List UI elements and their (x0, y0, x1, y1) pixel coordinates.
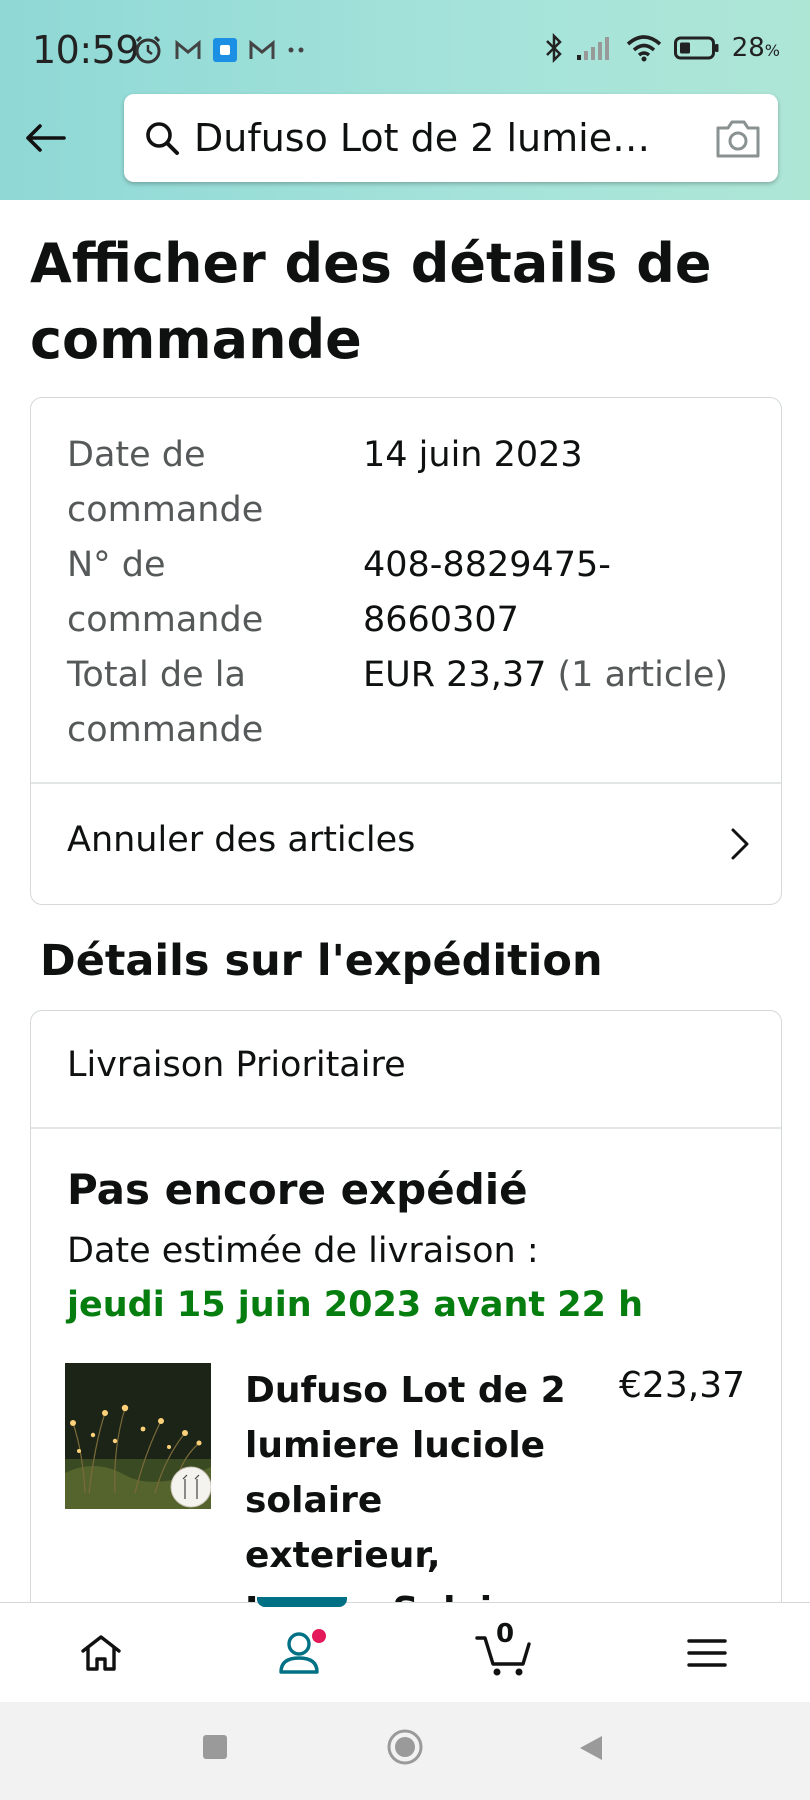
nav-menu[interactable] (606, 1603, 808, 1703)
order-date-label: Date de commande (67, 435, 264, 530)
gmail-icon (175, 39, 201, 59)
product-image[interactable] (65, 1363, 211, 1509)
system-navigation-bar (0, 1702, 810, 1800)
app-header: 10:59 28% Dufuso Lot de 2 lumie… (0, 0, 810, 200)
notification-badge (312, 1629, 326, 1643)
order-total-label: Total de la commande (67, 655, 264, 750)
chevron-right-icon (731, 828, 749, 860)
page-title: Afficher des détails de commande (30, 232, 712, 371)
notification-icons (132, 34, 308, 66)
estimated-delivery-date: jeudi 15 juin 2023 avant 22 h (67, 1285, 644, 1325)
back-arrow-icon (26, 124, 66, 152)
estimated-delivery-label: Date estimée de livraison : (67, 1231, 539, 1271)
signal-icon (576, 37, 609, 60)
product-photo (65, 1363, 211, 1509)
nav-home[interactable] (0, 1603, 202, 1703)
order-summary-card: Date de commande 14 juin 2023 N° de comm… (30, 397, 782, 905)
bluetooth-icon (545, 32, 562, 64)
back-triangle-icon[interactable] (578, 1734, 604, 1762)
order-total-value: EUR 23,37 (1 article) (363, 648, 763, 703)
order-number-value: 408-8829475-8660307 (363, 545, 611, 640)
shipping-method: Livraison Prioritaire (67, 1045, 406, 1085)
nav-cart[interactable]: 0 (404, 1603, 606, 1703)
battery-icon (673, 36, 719, 60)
home-button-icon[interactable] (386, 1728, 424, 1766)
app-notification-icon (213, 38, 237, 62)
cart-count: 0 (496, 1619, 515, 1649)
order-item-count: (1 article) (557, 655, 729, 695)
search-input[interactable]: Dufuso Lot de 2 lumie… (194, 116, 694, 160)
nav-account[interactable] (202, 1603, 404, 1703)
wifi-icon (626, 35, 661, 62)
order-number-label: N° de commande (67, 545, 264, 640)
shipping-section-title: Détails sur l'expédition (40, 936, 603, 986)
divider (31, 1127, 781, 1129)
order-total-amount: EUR 23,37 (363, 655, 547, 695)
recent-apps-icon[interactable] (202, 1734, 228, 1760)
home-icon (81, 1635, 121, 1671)
system-icons: 28% (544, 32, 780, 64)
back-button[interactable] (22, 118, 68, 158)
status-time: 10:59 (32, 28, 140, 72)
order-date-value: 14 juin 2023 (363, 435, 583, 475)
product-price: €23,37 (619, 1365, 745, 1406)
status-bar: 10:59 28% (0, 0, 810, 96)
account-icon (279, 1629, 326, 1674)
shipping-card: Livraison Prioritaire Pas encore expédié… (30, 1010, 782, 1630)
product-title-link[interactable]: Dufuso Lot de 2 lumiere luciole solaire … (245, 1363, 575, 1609)
more-notifications-icon (288, 47, 304, 53)
gmail-icon (249, 39, 275, 59)
cancel-items-row[interactable]: Annuler des articles (31, 784, 781, 904)
camera-icon[interactable] (714, 116, 762, 160)
search-bar[interactable]: Dufuso Lot de 2 lumie… (124, 94, 778, 182)
cancel-items-label: Annuler des articles (67, 820, 416, 860)
alarm-icon (135, 35, 161, 64)
search-icon (142, 118, 182, 158)
battery-percentage: 28% (731, 33, 780, 63)
menu-icon (687, 1639, 727, 1667)
bottom-navigation: 0 (0, 1597, 810, 1703)
shipment-status: Pas encore expédié (67, 1165, 528, 1214)
